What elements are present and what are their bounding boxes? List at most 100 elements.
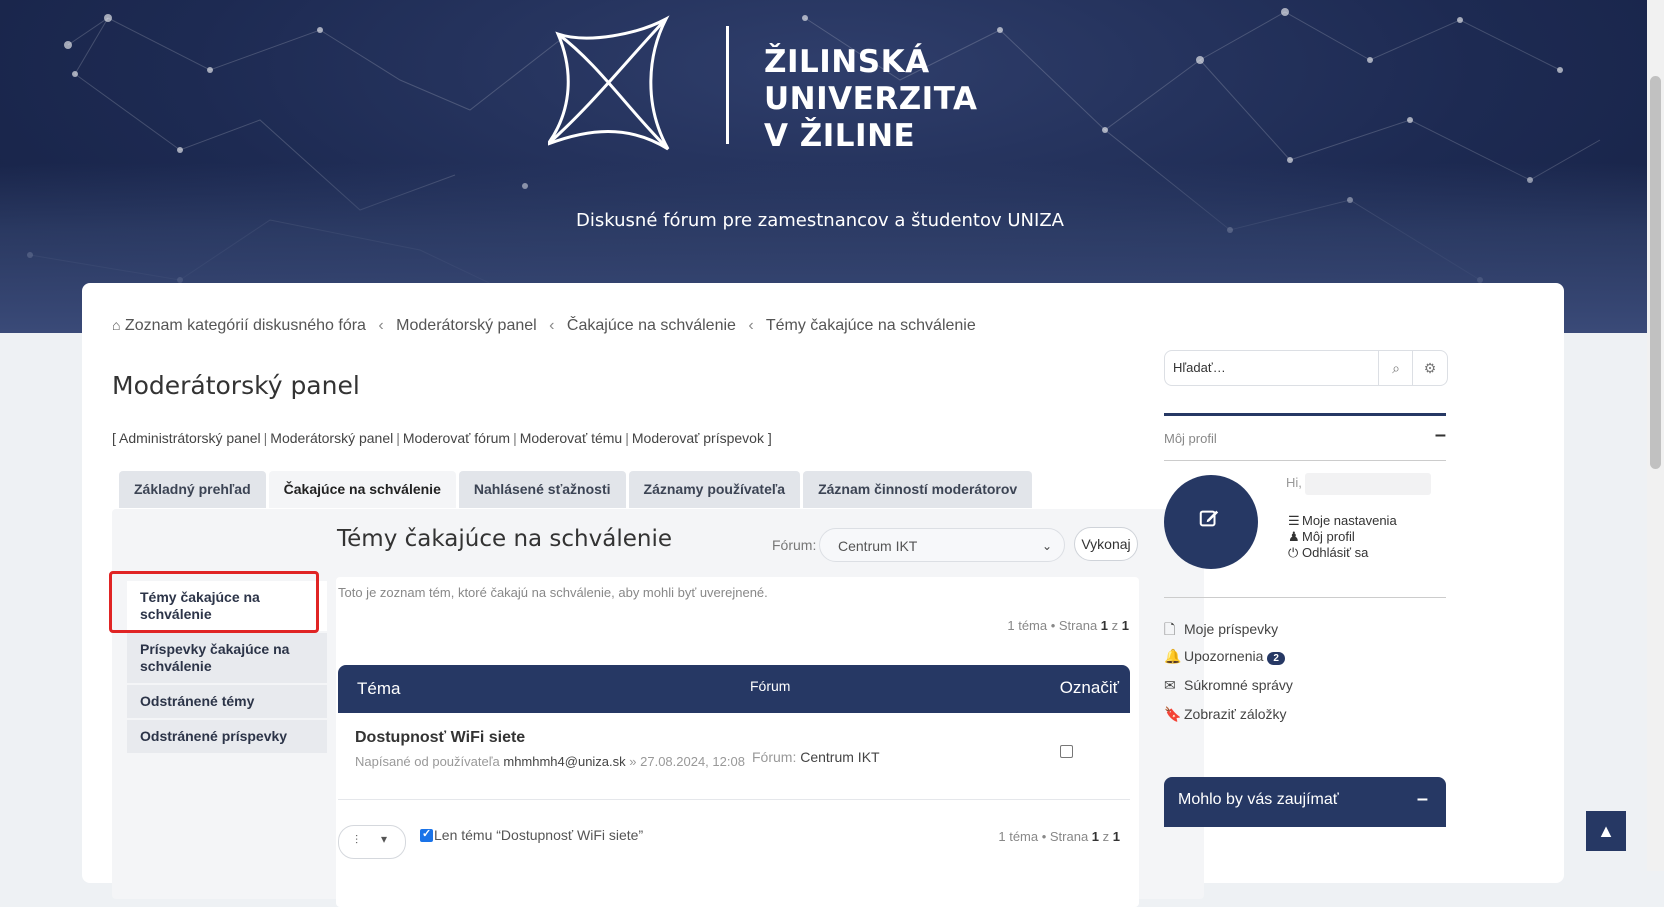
sort-options-button[interactable]: ⫶ ▾ <box>338 825 406 859</box>
admin-panel-link[interactable]: Administrátorský panel <box>119 430 261 446</box>
file-icon: 🗋 <box>1164 621 1176 637</box>
search-icon[interactable]: ⌕ <box>1378 351 1413 385</box>
logo-divider <box>726 26 729 144</box>
moderate-topic-link[interactable]: Moderovať tému <box>520 430 623 446</box>
forum-select[interactable]: Centrum IKT ⌄ <box>819 528 1065 562</box>
collapse-icon[interactable]: – <box>1435 424 1446 447</box>
my-posts-link[interactable]: 🗋 Moje príspevky <box>1164 619 1293 648</box>
bell-icon: 🔔 <box>1164 648 1182 664</box>
profile-header[interactable]: Môj profil – <box>1164 416 1446 461</box>
bookmark-icon: 🔖 <box>1164 706 1182 722</box>
pagination-of: z <box>1108 618 1122 633</box>
profile-divider-bottom <box>1164 597 1446 598</box>
table-header: Téma Fórum Označiť <box>338 665 1130 713</box>
mark-checkbox[interactable] <box>1060 745 1073 758</box>
scrollbar[interactable] <box>1647 0 1664 871</box>
pagination-total: 1 <box>1112 829 1120 844</box>
logout-link-label: Odhlásiť sa <box>1302 545 1369 560</box>
admin-links: [ Administrátorský panel | Moderátorský pa… <box>112 430 772 446</box>
moderate-forum-link[interactable]: Moderovať fórum <box>403 430 510 446</box>
author-link[interactable]: mhmhmh4@uniza.sk <box>503 754 625 769</box>
tab-bar: Základný prehľad Čakajúce na schválenie … <box>119 471 1033 508</box>
interest-box-header[interactable]: Mohlo by vás zaujímať – <box>1164 777 1446 827</box>
side-nav-unapproved-topics[interactable]: Témy čakajúce na schválenie <box>127 581 327 631</box>
my-profile-link-label: Môj profil <box>1302 529 1355 544</box>
tab-reported-complaints[interactable]: Nahlásené sťažnosti <box>458 471 626 508</box>
interest-box-title: Mohlo by vás zaujímať <box>1178 791 1339 808</box>
topics-container: Toto je zoznam tém, ktoré čakajú na schv… <box>336 577 1139 907</box>
home-icon: ⌂ <box>112 317 121 333</box>
chevron-left-icon: ‹ <box>748 317 754 334</box>
tab-overview[interactable]: Základný prehľad <box>119 471 266 508</box>
main-card: ⌂ Zoznam kategórií diskusného fóra ‹ Mod… <box>82 283 1564 907</box>
content-panel: Témy čakajúce na schválenie Príspevky ča… <box>109 509 1204 907</box>
private-messages-link[interactable]: ✉ Súkromné správy <box>1164 677 1293 706</box>
forum-select-value: Centrum IKT <box>838 538 918 554</box>
page-title: Moderátorský panel <box>112 371 360 400</box>
bookmarks-link[interactable]: 🔖 Zobraziť záložky <box>1164 706 1293 735</box>
side-nav-deleted-posts[interactable]: Odstránené príspevky <box>127 720 327 753</box>
settings-link-label: Moje nastavenia <box>1302 513 1397 528</box>
sort-icon: ⫶ <box>355 833 359 847</box>
power-icon: ⏻ <box>1288 545 1299 560</box>
breadcrumb-item[interactable]: Čakajúce na schválenie <box>567 317 736 334</box>
sliders-icon: ☰ <box>1288 513 1300 528</box>
user-icon: ♟ <box>1288 529 1300 544</box>
breadcrumb-item[interactable]: Moderátorský panel <box>396 317 537 334</box>
university-name-line1: ŽILINSKÁ UNIVERZITA <box>764 44 978 117</box>
settings-link[interactable]: ☰ Moje nastavenia <box>1288 513 1397 529</box>
chevron-down-icon: ⌄ <box>1041 539 1052 553</box>
pagination-top: 1 téma • Strana 1 z 1 <box>1007 618 1129 633</box>
bookmarks-label: Zobraziť záložky <box>1184 706 1287 722</box>
side-nav-deleted-topics[interactable]: Odstránené témy <box>127 685 327 718</box>
column-forum: Fórum <box>750 678 791 694</box>
edit-icon <box>1199 510 1219 527</box>
bottom-actions: ⫶ ▾ Len tému “Dostupnosť WiFi siete” 1 t… <box>338 825 1130 859</box>
breadcrumb: ⌂ Zoznam kategórií diskusného fóra ‹ Mod… <box>112 317 976 335</box>
avatar[interactable] <box>1164 475 1258 569</box>
profile-block: Môj profil – Hi, ☰ Moje nastavenia ♟ Môj p… <box>1164 413 1446 722</box>
post-date: » 27.08.2024, 12:08 <box>629 754 745 769</box>
breadcrumb-item[interactable]: Témy čakajúce na schválenie <box>766 317 976 334</box>
my-profile-link[interactable]: ♟ Môj profil <box>1288 529 1397 545</box>
scrollbar-thumb[interactable] <box>1650 76 1661 469</box>
gear-icon[interactable]: ⚙ <box>1412 351 1447 385</box>
moderate-post-link[interactable]: Moderovať príspevok <box>632 430 764 446</box>
forum-prefix: Fórum: <box>752 749 797 765</box>
section-description: Toto je zoznam tém, ktoré čakajú na schv… <box>338 585 768 600</box>
tab-moderator-log[interactable]: Záznam činností moderátorov <box>803 471 1033 508</box>
back-to-top-button[interactable]: ▲ <box>1586 811 1626 851</box>
profile-section-title: Môj profil <box>1164 431 1217 446</box>
only-topic-label: Len tému “Dostupnosť WiFi siete” <box>434 827 644 843</box>
topic-forum: Fórum: Centrum IKT <box>752 749 880 765</box>
section-title: Témy čakajúce na schválenie <box>337 526 672 552</box>
breadcrumb-item[interactable]: Zoznam kategórií diskusného fóra <box>125 317 366 334</box>
arrow-up-icon: ▲ <box>1597 821 1615 841</box>
pagination-count: 1 téma • Strana <box>1007 618 1101 633</box>
search-input[interactable]: Hľadať… <box>1173 360 1226 375</box>
pagination-current: 1 <box>1091 829 1100 844</box>
only-topic-checkbox[interactable] <box>420 827 433 842</box>
notifications-link[interactable]: 🔔 Upozornenia 2 <box>1164 648 1293 677</box>
logout-link[interactable]: ⏻ Odhlásiť sa <box>1288 545 1397 561</box>
tab-user-notes[interactable]: Záznamy používateľa <box>628 471 801 508</box>
greeting: Hi, <box>1286 475 1302 490</box>
tab-pending-approval[interactable]: Čakajúce na schválenie <box>268 471 456 508</box>
my-posts-label: Moje príspevky <box>1184 621 1279 637</box>
moderator-panel-link[interactable]: Moderátorský panel <box>270 430 393 446</box>
side-nav: Témy čakajúce na schválenie Príspevky ča… <box>127 581 327 755</box>
private-messages-label: Súkromné správy <box>1184 677 1293 693</box>
forum-link[interactable]: Centrum IKT <box>800 749 879 765</box>
go-button[interactable]: Vykonaj <box>1074 527 1138 561</box>
topic-title-link[interactable]: Dostupnosť WiFi siete <box>355 729 525 747</box>
side-nav-unapproved-posts[interactable]: Príspevky čakajúce na schválenie <box>127 633 327 683</box>
collapse-icon[interactable]: – <box>1417 788 1428 811</box>
pagination-total: 1 <box>1121 618 1129 633</box>
notification-badge: 2 <box>1267 652 1285 665</box>
pagination-count: 1 téma • Strana <box>998 829 1092 844</box>
table-row: Dostupnosť WiFi siete Napísané od použív… <box>338 713 1130 800</box>
university-logo: ŽILINSKÁ UNIVERZITA V ŽILINE <box>543 14 1108 154</box>
logo-emblem-icon <box>543 15 673 154</box>
pagination-current: 1 <box>1100 618 1109 633</box>
inbox-icon: ✉ <box>1164 677 1176 693</box>
